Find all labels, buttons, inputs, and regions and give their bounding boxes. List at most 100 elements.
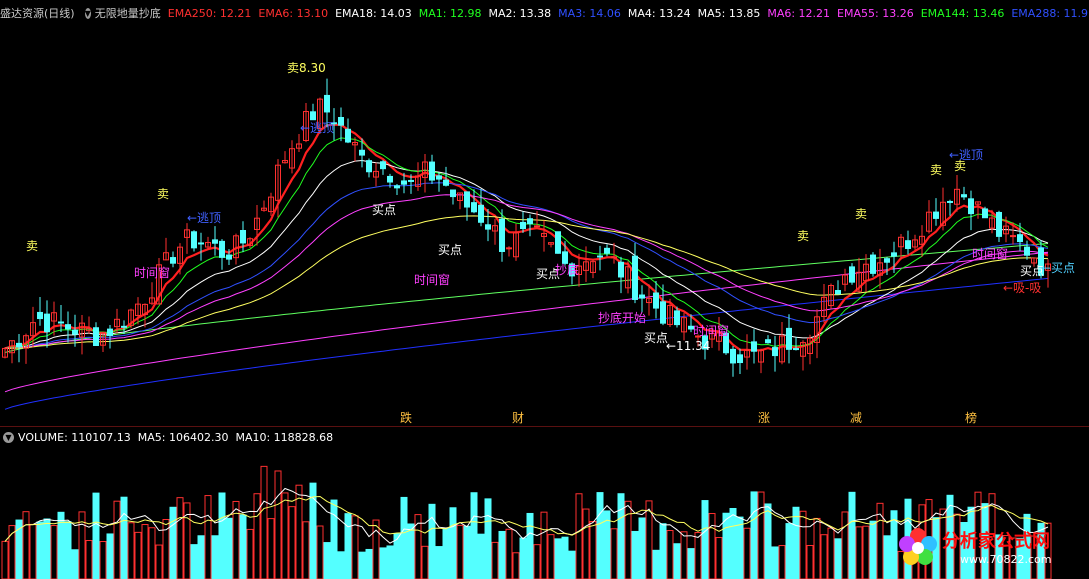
candle-body — [450, 189, 456, 198]
volume-bar — [190, 544, 198, 579]
volume-bar — [757, 491, 765, 579]
sell-label: 卖 — [797, 229, 809, 243]
candle-body — [632, 255, 638, 300]
volume-bar — [729, 507, 737, 579]
bottom-label: 抄底 — [555, 262, 579, 277]
volume-bar — [64, 521, 72, 579]
candle-body — [506, 247, 512, 250]
candle-body — [520, 221, 526, 230]
candle-body — [849, 266, 855, 283]
candle-body — [65, 324, 71, 330]
volume-bar — [659, 523, 667, 579]
volume-bar — [687, 548, 695, 579]
candle-body — [170, 257, 176, 264]
candle-body — [835, 290, 841, 295]
volume-bar — [701, 500, 709, 579]
candle-body — [555, 231, 561, 254]
volume-bar — [694, 532, 702, 579]
candle-body — [597, 255, 603, 258]
candle-body — [464, 191, 470, 208]
candle-body — [212, 239, 218, 244]
volume-bar — [750, 491, 758, 579]
candle-body — [1017, 234, 1023, 243]
volume-bar — [631, 530, 639, 579]
volume-bar — [820, 534, 828, 579]
indicator-value-ema288: EMA288: 11.9 — [1011, 6, 1089, 20]
volume-bar — [302, 521, 310, 579]
candle-body — [478, 204, 484, 223]
candle-body — [611, 256, 617, 259]
indicator-value-ma4: MA4: 13.24 — [627, 6, 691, 20]
stock-title: 盛达资源(日线) — [0, 7, 75, 20]
candle-body — [660, 301, 666, 324]
candle-body — [905, 240, 911, 249]
volume-bar — [491, 541, 499, 579]
candle-body — [562, 251, 568, 264]
volume-bar — [526, 512, 534, 579]
candle-body — [401, 180, 407, 185]
bottom-mark: 涨 — [758, 410, 770, 425]
sell-label: 卖 — [930, 163, 942, 177]
candle-body — [219, 240, 225, 258]
volume-bar — [673, 543, 681, 579]
candle-body — [93, 327, 99, 347]
indicator-value-ma6: MA6: 12.21 — [767, 6, 831, 20]
volume-bar — [169, 506, 177, 579]
candle-body — [527, 218, 533, 225]
volume-bar — [680, 531, 688, 579]
volume-bar — [344, 513, 352, 579]
volume-bar — [218, 492, 226, 579]
volume-bar — [71, 549, 79, 579]
time-window-label: 时间窗 — [693, 324, 729, 338]
volume-bar — [127, 522, 135, 579]
volume-bar — [652, 549, 660, 579]
buy-label: 买点 — [372, 203, 396, 217]
volume-bar — [610, 528, 618, 579]
volume-bar — [764, 503, 772, 579]
volume-bar — [400, 496, 408, 579]
candle-body — [730, 348, 736, 364]
candle-body — [366, 160, 372, 173]
volume-bar — [624, 500, 632, 579]
volume-bar — [92, 492, 100, 579]
volume-bar — [799, 510, 807, 579]
volume-bar — [589, 520, 597, 579]
candle-body — [870, 254, 876, 274]
candle-body — [345, 128, 351, 143]
volume-bar — [428, 503, 436, 579]
volume-bar — [869, 520, 877, 579]
escape-label: ←逃顶 — [949, 148, 983, 162]
indicator-value-ema55: EMA55: 13.26 — [837, 6, 914, 20]
volume-bar — [225, 517, 233, 579]
indicator-name[interactable]: 无限地量抄底 — [95, 5, 161, 21]
volume-bar — [372, 519, 380, 579]
volume-bar — [827, 527, 835, 579]
volume-bar — [29, 523, 37, 579]
volume-bar — [792, 506, 800, 579]
indicator-value-ema18: EMA18: 14.03 — [335, 6, 412, 20]
candle-body — [37, 311, 43, 320]
volume-bar — [813, 517, 821, 579]
volume-bar — [204, 495, 212, 579]
volume-bar — [771, 546, 779, 579]
chevron-down-icon[interactable]: ▼ — [84, 7, 91, 19]
volume-bar — [358, 551, 366, 579]
candle-body — [359, 149, 365, 156]
volume-bar — [617, 493, 625, 579]
bottom-mark: 榜 — [965, 410, 977, 425]
sell-label: 卖 — [855, 207, 867, 221]
volume-bar — [85, 540, 93, 579]
indicator-value-ma2: MA2: 13.38 — [488, 6, 552, 20]
volume-bar — [120, 496, 128, 579]
volume-bar — [806, 545, 814, 579]
chevron-down-icon[interactable]: ▼ — [3, 431, 14, 443]
candle-body — [793, 348, 799, 351]
volume-bar — [519, 537, 527, 579]
candle-body — [191, 231, 197, 249]
volume-bar — [239, 514, 247, 579]
volume-bar — [505, 528, 513, 579]
volume-bar — [323, 542, 331, 579]
volume-bar — [260, 465, 268, 579]
bottom-mark: 减 — [850, 411, 862, 425]
absorb-label: ←吸-吸 — [1003, 281, 1041, 295]
